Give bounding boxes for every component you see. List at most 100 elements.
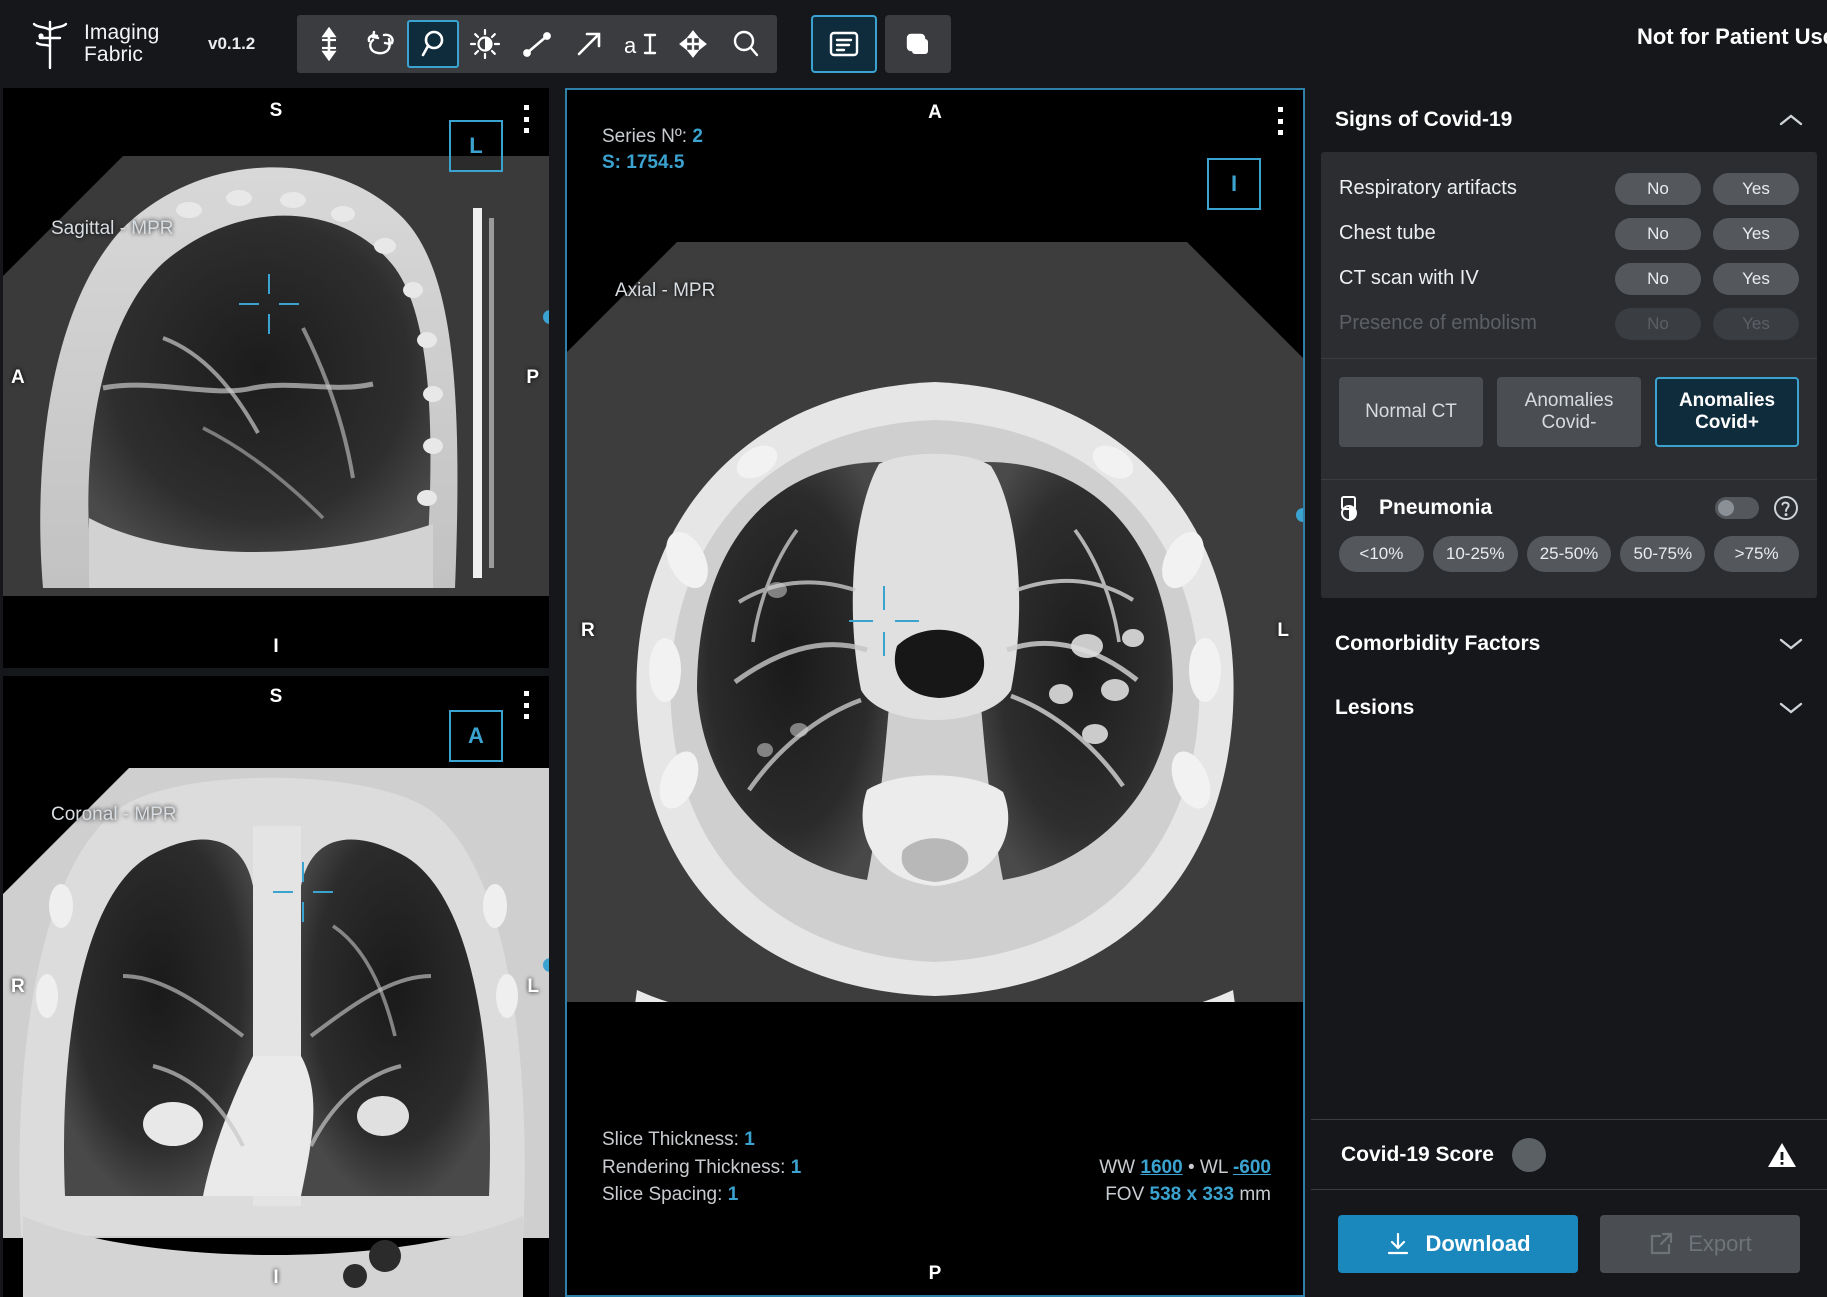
sagittal-orient-left: A [11,367,25,388]
axial-label: Axial - MPR [615,280,716,301]
series-label: Series Nº: [602,126,688,147]
section-header-lesions[interactable]: Lesions [1311,676,1827,740]
slice-thickness-label: Slice Thickness: [602,1129,739,1151]
coronal-orient-left: R [11,975,25,997]
presence-of-embolism-yes-button: Yes [1713,307,1799,340]
ct-classification-group: Normal CT Anomalies Covid- Anomalies Cov… [1321,359,1817,467]
pneumonia-percent-lt10[interactable]: <10% [1339,536,1424,572]
help-circle-icon[interactable] [1773,495,1799,521]
axial-window-metadata: WW 1600 • WL -600 FOV 538 x 333 mm [1099,1154,1271,1209]
pneumonia-percent-10-25[interactable]: 10-25% [1432,536,1518,572]
coronal-orient-top: S [269,686,283,707]
chevron-down-icon [1779,638,1803,650]
report-panel-footer: Covid-19 Score Download Export [1311,1119,1827,1297]
pan-move-icon[interactable] [667,20,719,68]
chevron-up-icon [1779,114,1803,126]
slice-spacing-value: 1 [727,1184,739,1206]
sagittal-orient-right: P [526,367,539,388]
question-label: CT scan with IV [1339,267,1479,289]
classification-anomalies-covid-positive-button[interactable]: Anomalies Covid+ [1655,377,1799,447]
scroll-slices-icon[interactable] [303,20,355,68]
ww-value[interactable]: 1600 [1140,1157,1182,1178]
coronal-viewport-menu[interactable] [515,688,537,722]
sagittal-viewport-menu[interactable] [515,102,537,136]
pneumonia-toggle[interactable] [1715,497,1759,519]
chest-tube-no-button[interactable]: No [1615,217,1701,250]
pneumonia-percentage-group: <10% 10-25% 25-50% 50-75% >75% [1321,532,1817,592]
ct-scan-with-iv-no-button[interactable]: No [1615,262,1701,295]
layout-stack-icon[interactable] [885,15,952,73]
axial-viewport-menu[interactable] [1269,104,1291,138]
zoom-pan-icon[interactable] [407,20,460,68]
classification-anomalies-covid-negative-button[interactable]: Anomalies Covid- [1497,377,1641,447]
viewport-axial[interactable]: Series Nº: 2 S: 1754.5 Axial - MPR A P R… [565,88,1305,1297]
wl-value[interactable]: -600 [1233,1157,1271,1178]
magnify-icon[interactable] [719,20,771,68]
pneumonia-percent-gt75[interactable]: >75% [1714,536,1799,572]
windowing-icon[interactable] [459,20,511,68]
top-toolbar: Imaging Fabric v0.1.2 a Not for Patient … [0,0,1827,88]
covid-score-label: Covid-19 Score [1341,1142,1494,1166]
ww-label: WW [1099,1156,1136,1178]
covid-score-indicator [1511,1137,1546,1172]
pneumonia-percent-50-75[interactable]: 50-75% [1620,536,1706,572]
respiratory-artifacts-yes-button[interactable]: Yes [1713,172,1799,205]
series-value: 2 [692,126,703,147]
pneumonia-header: Pneumonia [1321,480,1817,532]
viewport-coronal[interactable]: Coronal - MPR S I R L A [3,676,549,1297]
rotate-3d-icon[interactable] [355,20,407,68]
pneumonia-percent-25-50[interactable]: 25-50% [1526,536,1612,572]
chest-tube-yes-button[interactable]: Yes [1713,217,1799,250]
axial-orient-left: R [581,620,595,641]
axial-series-overlay: Series Nº: 2 S: 1754.5 [602,126,703,174]
question-label: Presence of embolism [1339,312,1537,334]
classification-line1: Anomalies [1678,389,1776,411]
question-row-ct-scan-with-iv: CT scan with IV No Yes [1321,256,1817,301]
application-root: Imaging Fabric v0.1.2 a Not for Patient … [0,0,1827,1297]
sagittal-orient-bottom: I [273,636,279,657]
section-title-signs-of-covid: Signs of Covid-19 [1335,108,1513,131]
axial-ct-image [567,90,1303,1295]
axial-orient-top: A [928,102,942,123]
section-header-signs-of-covid[interactable]: Signs of Covid-19 [1311,88,1827,152]
brand-name-line2: Fabric [84,43,143,66]
classification-normal-ct-button[interactable]: Normal CT [1339,377,1483,447]
export-icon [1651,1232,1673,1254]
arrow-annotation-icon[interactable] [563,20,615,68]
coronal-orient-right: L [527,975,539,997]
brand-logo-area: Imaging Fabric [28,16,198,72]
coronal-corner-marker[interactable]: A [449,710,503,762]
axial-scroll-handle[interactable] [1296,508,1303,522]
imaging-fabric-logo-icon [32,20,68,70]
respiratory-artifacts-no-button[interactable]: No [1615,172,1701,205]
ct-scan-with-iv-yes-button[interactable]: Yes [1713,262,1799,295]
sagittal-orient-top: S [269,100,283,121]
covid-score-row: Covid-19 Score [1311,1119,1827,1189]
classification-line1: Anomalies [1524,389,1614,411]
report-panel-icon[interactable] [811,15,878,73]
app-version: v0.1.2 [208,34,256,53]
slice-spacing-label: Slice Spacing: [602,1184,723,1206]
slice-thickness-value: 1 [744,1129,755,1151]
download-button[interactable]: Download [1338,1214,1578,1273]
section-header-comorbidity-factors[interactable]: Comorbidity Factors [1311,612,1827,676]
sagittal-corner-marker[interactable]: L [449,120,503,172]
wl-label: WL [1199,1156,1228,1178]
classification-line2: Covid+ [1695,412,1759,433]
download-button-label: Download [1425,1230,1531,1256]
warning-triangle-icon[interactable] [1767,1141,1797,1169]
text-annotation-icon[interactable]: a [615,20,667,68]
question-row-presence-of-embolism: Presence of embolism No Yes [1321,301,1817,346]
patient-use-disclaimer: Not for Patient Use [1636,24,1827,49]
report-panel-body: Signs of Covid-19 Respiratory artifacts … [1311,88,1827,1119]
export-button-label: Export [1688,1230,1752,1256]
length-measure-icon[interactable] [511,20,563,68]
chevron-down-icon [1779,702,1803,714]
window-separator: • [1187,1156,1195,1178]
signs-of-covid-card: Respiratory artifacts No Yes Chest tube … [1321,152,1817,598]
fov-value: 538 x 333 [1149,1184,1235,1206]
axial-slice-metadata: Slice Thickness: 1 Rendering Thickness: … [602,1126,801,1209]
classification-line2: Covid- [1541,412,1597,433]
viewport-sagittal[interactable]: Sagittal - MPR S I A P L [3,88,549,668]
axial-corner-marker[interactable]: I [1207,158,1261,210]
